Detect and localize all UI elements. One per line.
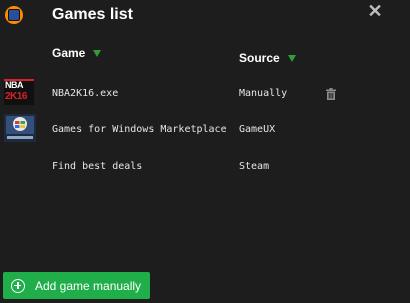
app-icon: [5, 6, 23, 24]
monitor-icon: [8, 9, 20, 21]
sort-arrow-icon: [93, 50, 102, 58]
column-header-game-label: Game: [52, 46, 86, 60]
window-title: Games list: [52, 6, 133, 23]
trash-icon[interactable]: [325, 88, 337, 100]
close-icon[interactable]: ✕: [366, 2, 384, 20]
nba2k16-logo-text-top: NBA: [5, 80, 24, 90]
game-source: Steam: [239, 161, 270, 172]
nba2k16-logo-text-bottom: 2K16: [5, 91, 27, 102]
column-header-source-label: Source: [239, 51, 280, 65]
games-for-windows-logo: [4, 114, 36, 144]
add-game-button[interactable]: Add game manually: [3, 272, 150, 299]
table-row[interactable]: Games for Windows Marketplace GameUX: [0, 114, 410, 144]
column-header-game[interactable]: Game: [52, 46, 102, 60]
plus-circle-icon: [11, 278, 25, 293]
sort-arrow-icon: [287, 55, 296, 63]
table-row[interactable]: Find best deals Steam: [0, 152, 410, 182]
game-source: Manually: [239, 88, 288, 99]
game-name: NBA2K16.exe: [52, 88, 119, 99]
column-header-source[interactable]: Source: [239, 51, 296, 65]
game-source: GameUX: [239, 124, 276, 135]
nba2k16-logo: NBA 2K16: [4, 79, 36, 109]
game-name: Games for Windows Marketplace: [52, 124, 227, 135]
table-row[interactable]: NBA 2K16 NBA2K16.exe Manually: [0, 79, 410, 109]
add-game-button-label: Add game manually: [35, 278, 142, 293]
game-name: Find best deals: [52, 161, 143, 172]
